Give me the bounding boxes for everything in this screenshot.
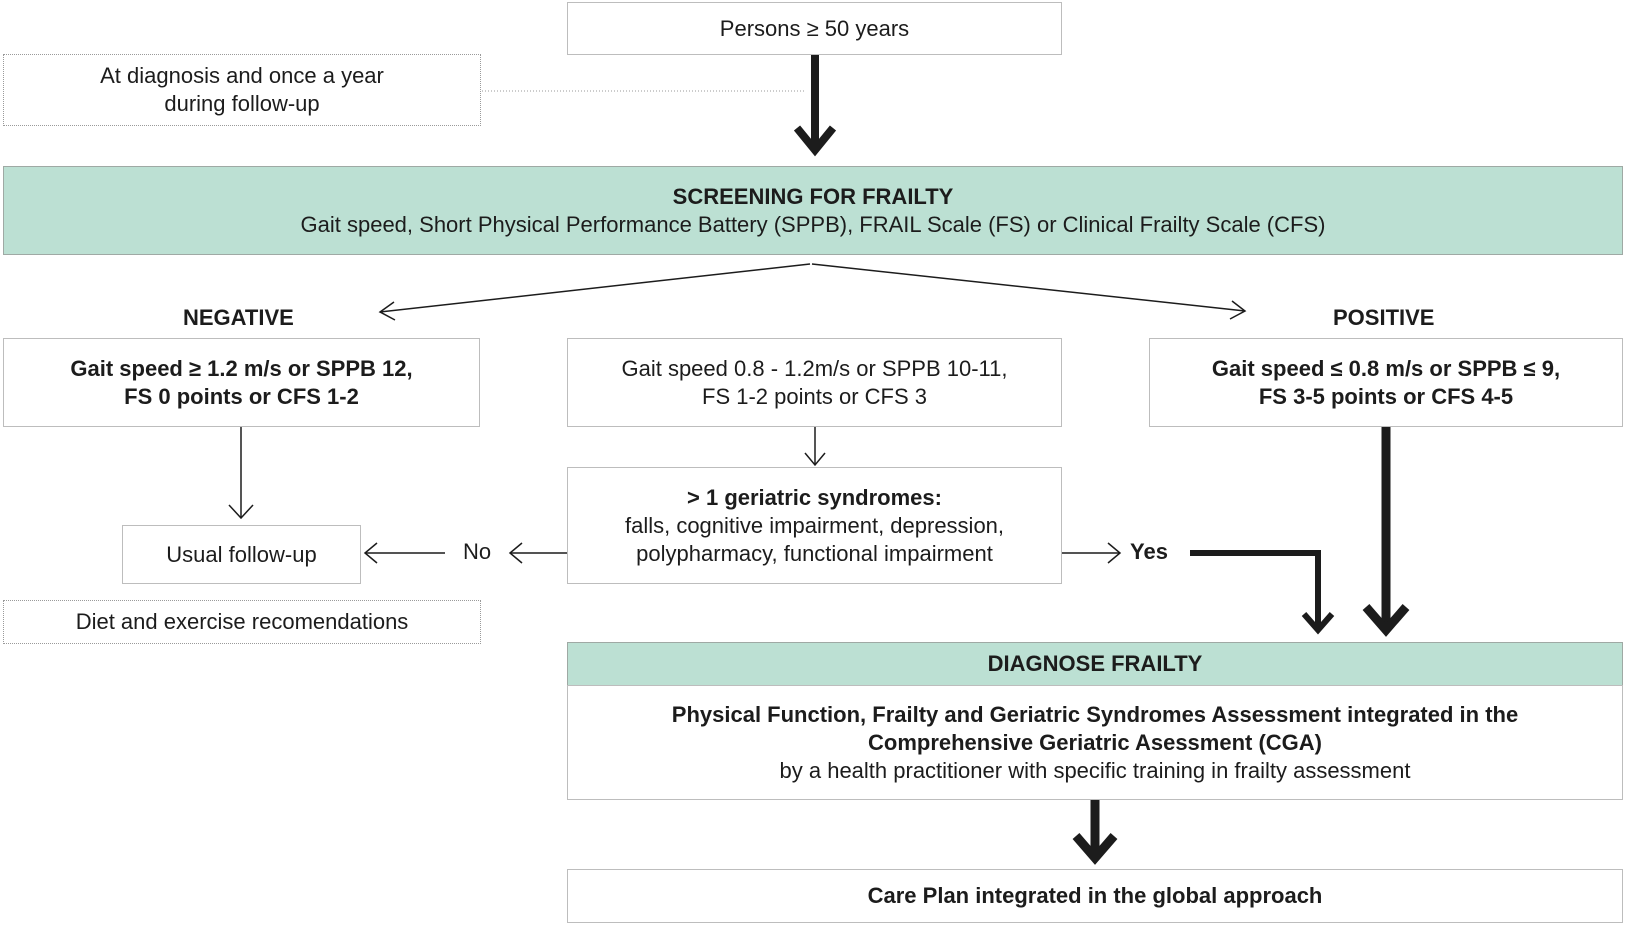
diagnose-line2: Comprehensive Geriatric Asessment (CGA) [868, 729, 1322, 755]
arrow-geriatric-to-yes [1062, 542, 1122, 564]
care-plan-box: Care Plan integrated in the global appro… [567, 869, 1623, 923]
diagnose-line3: by a health practitioner with specific t… [779, 757, 1411, 783]
geriatric-line2: polypharmacy, functional impairment [636, 540, 993, 566]
arrow-no-to-followup [363, 542, 445, 564]
positive-line1: Gait speed ≤ 0.8 m/s or SPPB ≤ 9, [1211, 355, 1561, 381]
timing-note-line1: At diagnosis and once a year [100, 63, 384, 88]
diet-note: Diet and exercise recomendations [3, 600, 481, 644]
geriatric-syndromes-box: > 1 geriatric syndromes: falls, cognitiv… [567, 467, 1062, 584]
arrow-geriatric-to-no [508, 542, 567, 564]
intermediate-line1: Gait speed 0.8 - 1.2m/s or SPPB 10-11, [621, 355, 1008, 381]
diagnose-title: DIAGNOSE FRAILTY [987, 651, 1203, 676]
positive-line2: FS 3-5 points or CFS 4-5 [1258, 383, 1514, 409]
negative-line2: FS 0 points or CFS 1-2 [124, 383, 359, 409]
timing-note-line2: during follow-up [164, 91, 320, 116]
negative-line1: Gait speed ≥ 1.2 m/s or SPPB 12, [70, 355, 413, 381]
arrow-negative-to-followup [228, 427, 254, 520]
screening-title: SCREENING FOR FRAILTY [672, 183, 954, 209]
intermediate-criteria-box: Gait speed 0.8 - 1.2m/s or SPPB 10-11, F… [567, 338, 1062, 427]
diet-note-text: Diet and exercise recomendations [75, 609, 409, 634]
start-box: Persons ≥ 50 years [567, 2, 1062, 55]
start-text: Persons ≥ 50 years [719, 15, 910, 41]
usual-followup-text: Usual follow-up [166, 541, 317, 567]
arrow-start-to-screening [793, 55, 837, 157]
negative-criteria-box: Gait speed ≥ 1.2 m/s or SPPB 12, FS 0 po… [3, 338, 480, 427]
arrow-to-positive [811, 263, 1247, 320]
geriatric-title: > 1 geriatric syndromes: [687, 484, 942, 510]
arrow-diagnose-to-careplan [1072, 800, 1118, 865]
positive-label: POSITIVE [1333, 305, 1435, 330]
arrow-yes-to-diagnose [1190, 550, 1335, 635]
negative-label: NEGATIVE [183, 305, 294, 330]
arrow-intermediate-to-geriatric [804, 427, 826, 467]
arrow-to-negative [378, 263, 811, 321]
screening-subtitle: Gait speed, Short Physical Performance B… [300, 211, 1326, 237]
geriatric-line1: falls, cognitive impairment, depression, [624, 512, 1005, 538]
care-plan-text: Care Plan integrated in the global appro… [867, 883, 1323, 908]
diagnose-line1: Physical Function, Frailty and Geriatric… [671, 701, 1519, 727]
usual-followup-box: Usual follow-up [122, 525, 361, 584]
timing-note: At diagnosis and once a year during foll… [3, 54, 481, 126]
no-label: No [463, 539, 492, 564]
positive-criteria-box: Gait speed ≤ 0.8 m/s or SPPB ≤ 9, FS 3-5… [1149, 338, 1623, 427]
intermediate-line2: FS 1-2 points or CFS 3 [702, 383, 927, 409]
arrow-positive-to-diagnose [1362, 427, 1410, 637]
diagnose-header: DIAGNOSE FRAILTY [567, 642, 1623, 686]
diagnose-body: Physical Function, Frailty and Geriatric… [567, 685, 1623, 800]
yes-label: Yes [1130, 539, 1168, 564]
screening-box: SCREENING FOR FRAILTY Gait speed, Short … [3, 166, 1623, 255]
